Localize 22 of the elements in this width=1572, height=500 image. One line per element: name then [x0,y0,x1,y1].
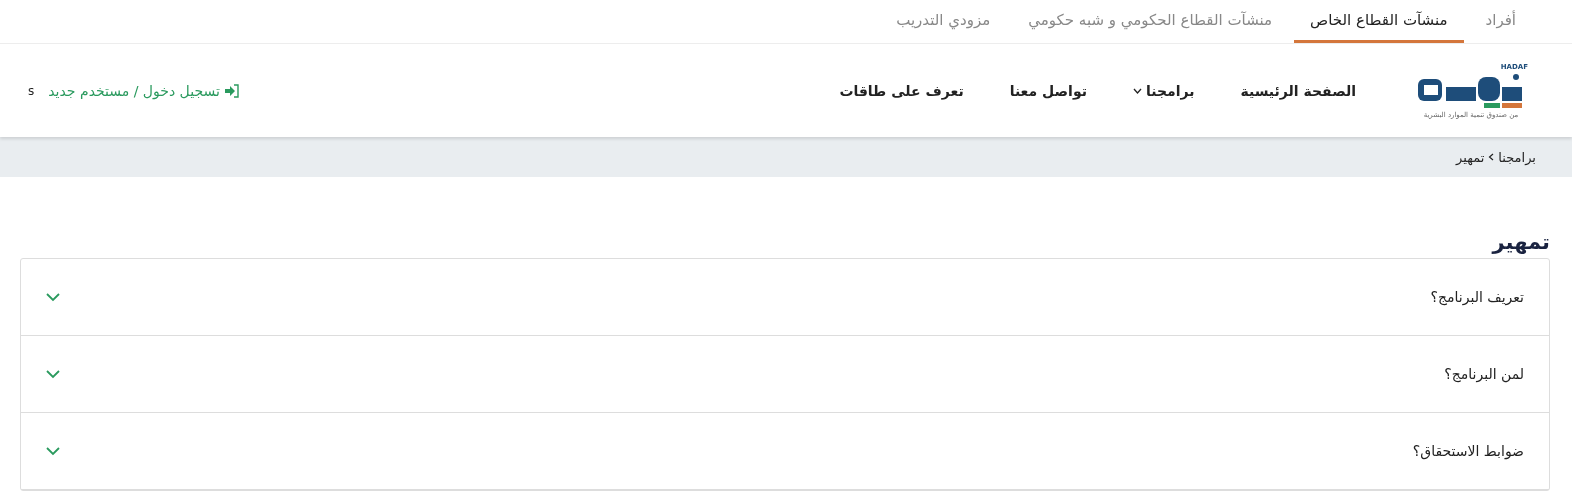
accordion-item[interactable]: لمن البرنامج؟ [21,336,1549,413]
audience-tab[interactable]: منشآت القطاع الحكومي و شبه حكومي [1012,0,1289,43]
login-link[interactable]: تسجيل دخول / مستخدم جديد [48,82,240,99]
audience-tab[interactable]: أفراد [1469,0,1532,43]
sign-in-icon [223,83,240,98]
accordion-question: تعريف البرنامج؟ [1429,289,1524,305]
accordion-item[interactable]: ضوابط الاستحقاق؟ [21,413,1549,490]
nav-link[interactable]: تواصل معنا [1009,82,1087,99]
breadcrumb-item: تمهير [1456,149,1485,165]
audience-tab[interactable]: مزودي التدريب [880,0,1007,43]
nav-link[interactable]: تعرف على طاقات [839,82,964,99]
breadcrumb-item[interactable]: برامجنا [1498,149,1536,165]
page-title: تمهير [1490,230,1550,254]
accordion-question: ضوابط الاستحقاق؟ [1411,443,1524,459]
login-extra-text: s [28,83,35,98]
audience-tab[interactable]: منشآت القطاع الخاص [1294,0,1464,43]
chevron-icon [1488,153,1495,161]
accordion-question: لمن البرنامج؟ [1443,366,1524,382]
caret-icon [1132,87,1142,94]
nav-link[interactable]: برامجنا [1132,82,1195,99]
accordion-item[interactable]: تعريف البرنامج؟ [21,259,1549,336]
nav-link[interactable]: الصفحة الرئيسية [1240,82,1356,99]
